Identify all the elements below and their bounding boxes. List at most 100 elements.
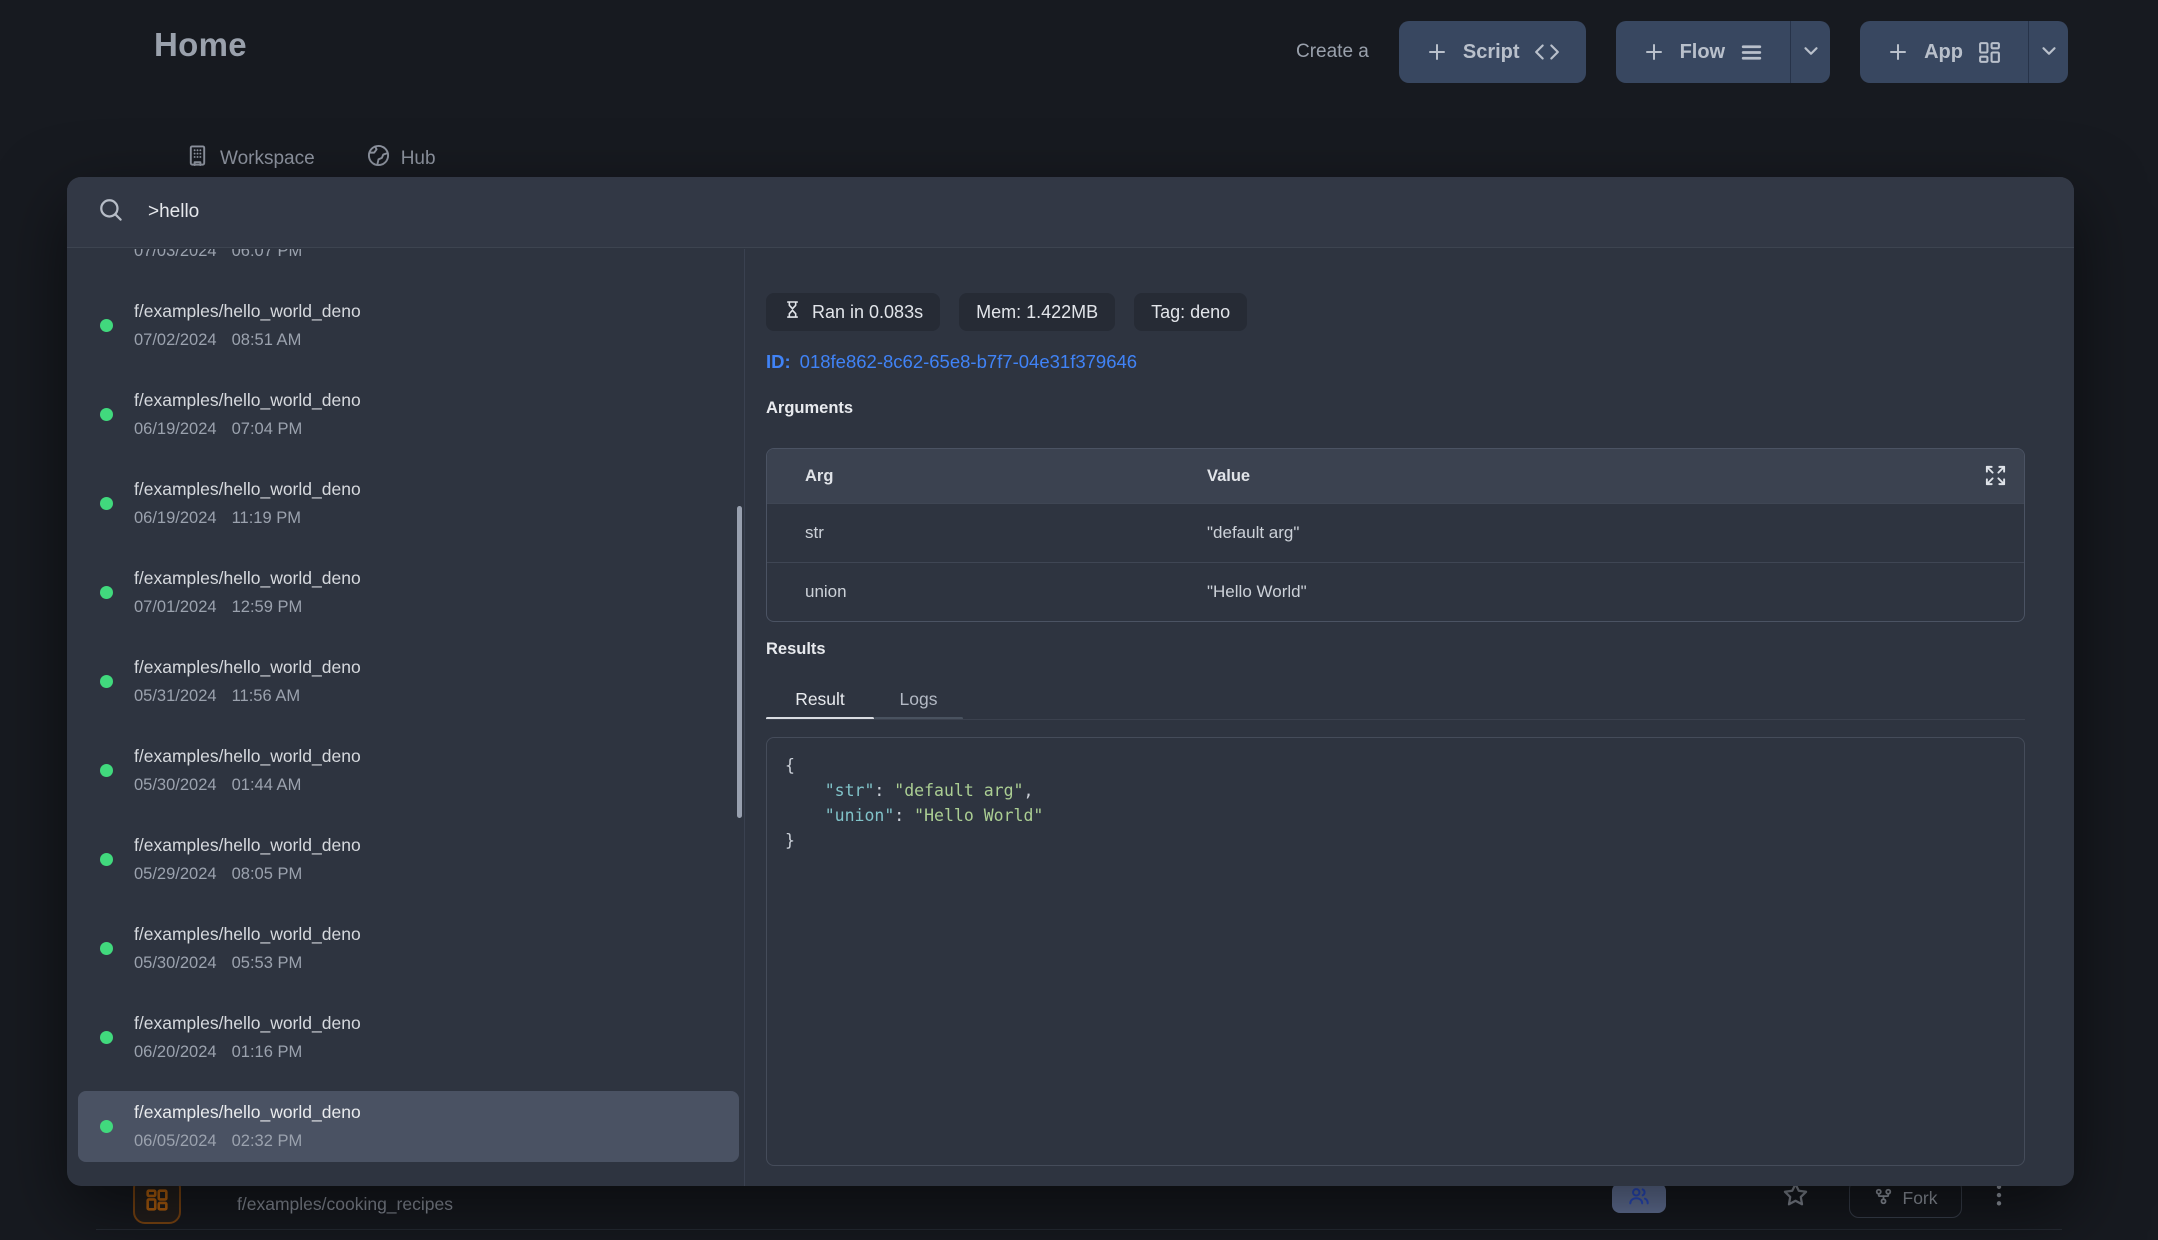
run-list-item[interactable]: f/examples/hello_world_deno06/20/202401:… xyxy=(78,1002,739,1073)
run-list-item[interactable]: f/examples/hello_world_deno05/29/202408:… xyxy=(78,824,739,895)
run-success-dot xyxy=(100,408,113,421)
memory-badge-label: Mem: 1.422MB xyxy=(976,302,1098,323)
building-icon xyxy=(186,144,209,173)
results-tabs: Result Logs xyxy=(766,679,2025,721)
argument-value: "default arg" xyxy=(1207,523,1299,543)
run-success-dot xyxy=(100,319,113,332)
tab-hub[interactable]: Hub xyxy=(367,144,436,173)
app-list-item-path[interactable]: f/examples/cooking_recipes xyxy=(237,1194,453,1215)
run-date: 06/05/2024 xyxy=(134,1132,217,1151)
run-list-item[interactable]: f/examples/hello_world_deno06/05/202402:… xyxy=(78,1091,739,1162)
expand-icon xyxy=(1984,475,2007,490)
run-list: f/examples/hello_world_deno07/03/202406:… xyxy=(67,249,744,1186)
run-id-label: ID: xyxy=(766,351,791,373)
create-label: Create a xyxy=(1296,41,1369,63)
run-list-item[interactable]: f/examples/hello_world_deno 05/30/2024 05:… xyxy=(78,913,739,984)
run-path: f/examples/hello_world_deno xyxy=(134,835,361,856)
run-time: 07:04 PM xyxy=(232,420,303,439)
run-success-dot xyxy=(100,1031,113,1044)
run-list-item[interactable]: f/examples/hello_world_deno05/31/202411:… xyxy=(78,646,739,717)
home-page: Home Create a Script Flow App xyxy=(0,0,2158,1240)
create-app-button[interactable]: App xyxy=(1860,21,2028,83)
search-results-body: f/examples/hello_world_deno07/03/202406:… xyxy=(67,249,2074,1186)
run-date: 05/30/2024 xyxy=(134,954,217,973)
run-time: 05:53 PM xyxy=(232,954,303,973)
tabs-baseline xyxy=(766,719,2025,720)
create-script-button[interactable]: Script xyxy=(1399,21,1586,83)
run-time: 11:56 AM xyxy=(232,687,301,706)
git-fork-icon xyxy=(1874,1187,1893,1211)
arguments-section-title: Arguments xyxy=(766,399,853,418)
results-section-title: Results xyxy=(766,640,826,659)
list-row-divider xyxy=(96,1229,2062,1230)
run-path: f/examples/hello_world_deno xyxy=(134,924,361,945)
arg-column-header: Arg xyxy=(767,467,1207,486)
run-list-item[interactable]: f/examples/hello_world_deno06/19/202411:… xyxy=(78,468,739,539)
run-time: 06:07 PM xyxy=(232,249,303,261)
run-list-item[interactable]: f/examples/hello_world_deno07/03/202406:… xyxy=(78,249,739,272)
run-date: 07/01/2024 xyxy=(134,598,217,617)
memory-badge: Mem: 1.422MB xyxy=(959,293,1115,331)
create-script-group: Script xyxy=(1399,21,1586,83)
run-list-scrollbar[interactable] xyxy=(737,506,742,818)
create-app-dropdown-button[interactable] xyxy=(2028,21,2068,83)
expand-table-button[interactable] xyxy=(1984,464,2007,490)
chevron-down-icon xyxy=(2038,40,2060,65)
tab-workspace[interactable]: Workspace xyxy=(186,144,315,173)
duration-badge-label: Ran in 0.083s xyxy=(812,302,923,323)
run-path: f/examples/hello_world_deno xyxy=(134,568,361,589)
run-path: f/examples/hello_world_deno xyxy=(134,657,361,678)
run-time: 08:05 PM xyxy=(232,865,303,884)
run-time: 01:44 AM xyxy=(232,776,302,795)
create-flow-dropdown-button[interactable] xyxy=(1790,21,1830,83)
hourglass-icon xyxy=(783,300,802,324)
run-time: 01:16 PM xyxy=(232,1043,303,1062)
run-list-item[interactable]: f/examples/hello_world_deno 07/01/2024 12:… xyxy=(78,557,739,628)
run-path: f/examples/hello_world_deno xyxy=(134,1013,361,1034)
create-flow-button[interactable]: Flow xyxy=(1616,21,1791,83)
tab-workspace-label: Workspace xyxy=(220,148,315,170)
create-toolbar: Create a Script Flow App xyxy=(1296,21,2068,83)
tab-logs[interactable]: Logs xyxy=(874,679,963,719)
kebab-icon xyxy=(1988,1198,2010,1213)
search-bar xyxy=(67,177,2074,248)
run-list-item[interactable]: f/examples/hello_world_deno 06/19/2024 07:… xyxy=(78,379,739,450)
run-list-item[interactable]: f/examples/hello_world_deno 05/30/2024 01:… xyxy=(78,735,739,806)
code-line: { xyxy=(785,753,2006,778)
run-time: 12:59 PM xyxy=(232,598,303,617)
argument-row: union"Hello World" xyxy=(767,562,2024,621)
code-line: } xyxy=(785,828,2006,853)
arguments-table-header: Arg Value xyxy=(767,449,2024,503)
run-time: 08:51 AM xyxy=(232,331,302,350)
global-search-modal: f/examples/hello_world_deno07/03/202406:… xyxy=(67,177,2074,1186)
run-time: 11:19 PM xyxy=(232,509,301,528)
run-success-dot xyxy=(100,764,113,777)
argument-row: str"default arg" xyxy=(767,503,2024,562)
tab-result[interactable]: Result xyxy=(766,679,874,719)
more-options-kebab-button[interactable] xyxy=(1988,1182,2010,1213)
code-line: "union": "Hello World" xyxy=(785,803,2006,828)
code-line: "str": "default arg", xyxy=(785,778,2006,803)
create-flow-label: Flow xyxy=(1680,41,1726,64)
run-list-item[interactable]: f/examples/hello_world_deno07/02/202408:… xyxy=(78,290,739,361)
run-success-dot xyxy=(100,942,113,955)
shared-users-badge[interactable] xyxy=(1612,1183,1666,1213)
run-badges: Ran in 0.083s Mem: 1.422MB Tag: deno xyxy=(766,293,1247,331)
run-date: 05/30/2024 xyxy=(134,776,217,795)
run-time: 02:32 PM xyxy=(232,1132,303,1151)
run-path: f/examples/hello_world_deno xyxy=(134,390,361,411)
run-path: f/examples/hello_world_deno xyxy=(134,746,361,767)
globe-icon xyxy=(367,144,390,173)
users-icon xyxy=(1628,1185,1650,1212)
arguments-table: Arg Value str"default arg"union"Hello Wo… xyxy=(766,448,2025,622)
result-json-viewer: { "str": "default arg", "union": "Hello … xyxy=(766,737,2025,1166)
run-id-line: ID: 018fe862-8c62-65e8-b7f7-04e31f379646 xyxy=(766,351,1137,373)
plus-icon xyxy=(1886,40,1910,64)
search-input[interactable] xyxy=(148,201,2044,223)
run-date: 06/19/2024 xyxy=(134,420,217,439)
arguments-table-rows: str"default arg"union"Hello World" xyxy=(767,503,2024,621)
run-id-value[interactable]: 018fe862-8c62-65e8-b7f7-04e31f379646 xyxy=(800,351,1137,373)
create-flow-group: Flow xyxy=(1616,21,1831,83)
duration-badge: Ran in 0.083s xyxy=(766,293,940,331)
page-title: Home xyxy=(154,26,247,64)
